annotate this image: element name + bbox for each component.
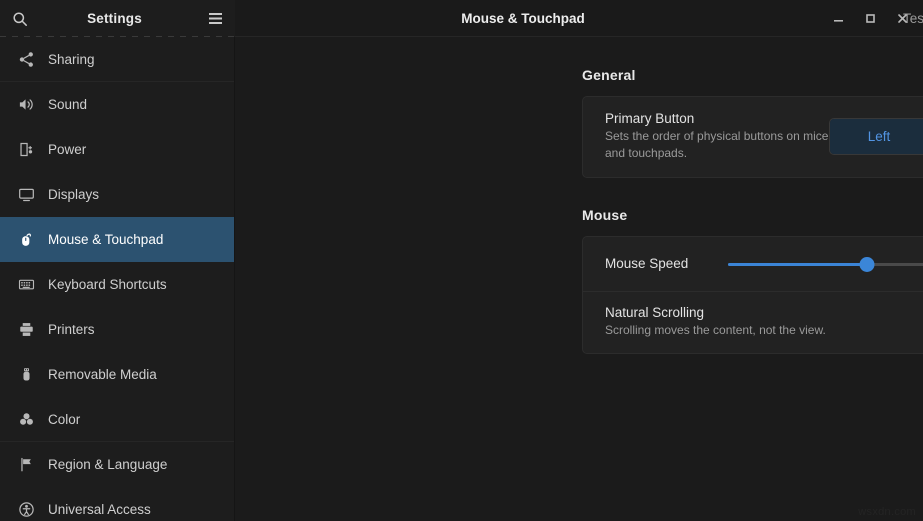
- flag-icon: [12, 451, 40, 479]
- mouse-card: Mouse Speed Natural Scrolling Scrolling …: [582, 236, 923, 354]
- monitor-icon: [12, 181, 40, 209]
- sidebar-item-label: Keyboard Shortcuts: [48, 277, 167, 292]
- sidebar-item-power[interactable]: Power: [0, 127, 235, 172]
- hamburger-menu-icon[interactable]: [195, 0, 235, 37]
- sidebar-item-sharing[interactable]: Sharing: [0, 37, 235, 82]
- sidebar-item-label: Displays: [48, 187, 99, 202]
- printer-icon: [12, 316, 40, 344]
- natural-scrolling-description: Scrolling moves the content, not the vie…: [605, 322, 923, 339]
- sidebar-item-mouse-touchpad[interactable]: Mouse & Touchpad: [0, 217, 235, 262]
- sidebar-item-color[interactable]: Color: [0, 397, 235, 442]
- mouse-icon: [12, 226, 40, 254]
- sidebar-item-label: Region & Language: [48, 457, 167, 472]
- mouse-speed-slider[interactable]: [728, 255, 923, 273]
- sidebar-item-label: Universal Access: [48, 502, 151, 517]
- sidebar-item-universal-access[interactable]: Universal Access: [0, 487, 235, 521]
- sidebar-nav[interactable]: Sharing Sound: [0, 37, 235, 521]
- sidebar-item-keyboard-shortcuts[interactable]: Keyboard Shortcuts: [0, 262, 235, 307]
- battery-icon: [12, 136, 40, 164]
- settings-window: Settings Mouse & Touchpad Test Your Sett…: [0, 0, 923, 521]
- page-header: Mouse & Touchpad Test Your Settings: [235, 0, 923, 37]
- slider-fill: [728, 263, 867, 266]
- primary-button-option-left[interactable]: Left: [830, 119, 923, 154]
- sidebar-item-printers[interactable]: Printers: [0, 307, 235, 352]
- usb-drive-icon: [12, 361, 40, 389]
- sidebar-item-label: Power: [48, 142, 86, 157]
- maximize-icon[interactable]: [855, 4, 885, 34]
- header-bar: Settings Mouse & Touchpad Test Your Sett…: [0, 0, 923, 37]
- mouse-speed-label: Mouse Speed: [605, 256, 688, 271]
- close-icon[interactable]: [887, 4, 917, 34]
- natural-scrolling-row: Natural Scrolling Scrolling moves the co…: [583, 291, 923, 353]
- primary-button-title: Primary Button: [605, 111, 829, 126]
- watermark: wsxdn.com: [858, 506, 916, 518]
- sidebar-item-label: Sharing: [48, 52, 95, 67]
- sidebar-item-label: Removable Media: [48, 367, 157, 382]
- content-panel: General Primary Button Sets the order of…: [235, 37, 923, 521]
- sidebar-item-removable-media[interactable]: Removable Media: [0, 352, 235, 397]
- sidebar-item-label: Color: [48, 412, 80, 427]
- accessibility-icon: [12, 496, 40, 521]
- primary-button-row: Primary Button Sets the order of physica…: [583, 97, 923, 177]
- section-heading-general: General: [582, 67, 923, 83]
- page-title: Mouse & Touchpad: [179, 11, 867, 26]
- primary-button-segmented-control[interactable]: Left Right: [829, 118, 923, 155]
- slider-handle[interactable]: [859, 257, 874, 272]
- speaker-icon: [12, 91, 40, 119]
- color-circles-icon: [12, 406, 40, 434]
- share-icon: [12, 46, 40, 74]
- general-card: Primary Button Sets the order of physica…: [582, 96, 923, 178]
- keyboard-icon: [12, 271, 40, 299]
- primary-button-description: Sets the order of physical buttons on mi…: [605, 128, 829, 163]
- window-body: Sharing Sound: [0, 37, 923, 521]
- sidebar-item-label: Sound: [48, 97, 87, 112]
- sidebar-item-label: Mouse & Touchpad: [48, 232, 163, 247]
- sidebar-item-displays[interactable]: Displays: [0, 172, 235, 217]
- mouse-speed-row: Mouse Speed: [583, 237, 923, 291]
- section-heading-mouse: Mouse: [582, 207, 923, 223]
- window-controls: [823, 4, 917, 34]
- sidebar-item-region-language[interactable]: Region & Language: [0, 442, 235, 487]
- minimize-icon[interactable]: [823, 4, 853, 34]
- sidebar-item-label: Printers: [48, 322, 95, 337]
- sidebar-header: Settings: [0, 0, 235, 37]
- sidebar-item-sound[interactable]: Sound: [0, 82, 235, 127]
- natural-scrolling-title: Natural Scrolling: [605, 305, 923, 320]
- app-title: Settings: [34, 11, 195, 26]
